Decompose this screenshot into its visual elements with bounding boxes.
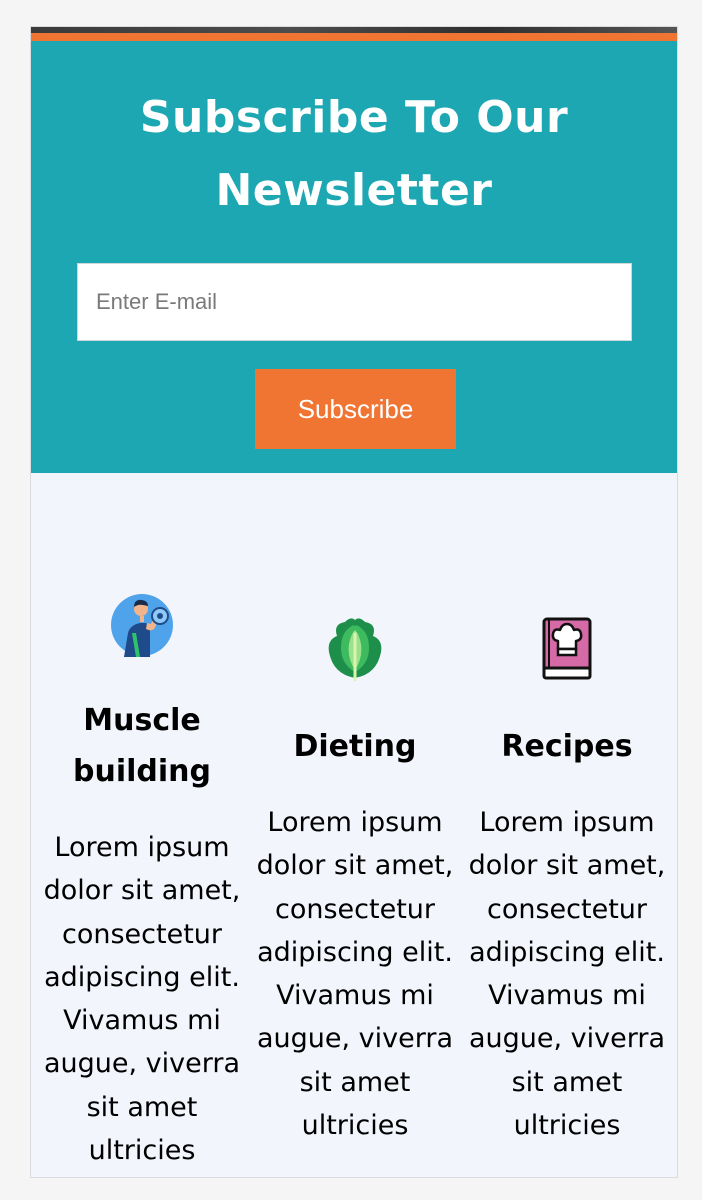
bodybuilder-dumbbell-icon (110, 593, 174, 661)
newsletter-title-line1: Subscribe To Our (139, 92, 569, 143)
newsletter-title-line2: Newsletter (215, 165, 493, 216)
email-input[interactable] (77, 263, 632, 341)
feature-description: Lorem ipsum dolor sit amet, consectetur … (43, 832, 241, 1167)
feature-description: Lorem ipsum dolor sit amet, consectetur … (468, 807, 666, 1142)
newsletter-title: Subscribe To Our Newsletter (31, 41, 677, 227)
newsletter-section: Subscribe To Our Newsletter Subscribe (31, 41, 677, 473)
feature-title: Recipes (501, 729, 633, 764)
feature-title: Muscle building (36, 695, 248, 797)
features-section: Muscle building Lorem ipsum dolor sit am… (31, 473, 677, 1177)
subscribe-button[interactable]: Subscribe (255, 369, 456, 449)
lettuce-leaf-icon (323, 616, 387, 686)
feature-title: Dieting (293, 729, 417, 764)
feature-description: Lorem ipsum dolor sit amet, consectetur … (256, 807, 454, 1142)
feature-title-line1: Muscle (83, 703, 201, 738)
page-frame: Subscribe To Our Newsletter Subscribe (30, 26, 678, 1178)
recipe-book-chef-hat-icon (539, 616, 595, 686)
accent-divider (31, 33, 677, 41)
feature-title-line2: building (73, 754, 211, 789)
